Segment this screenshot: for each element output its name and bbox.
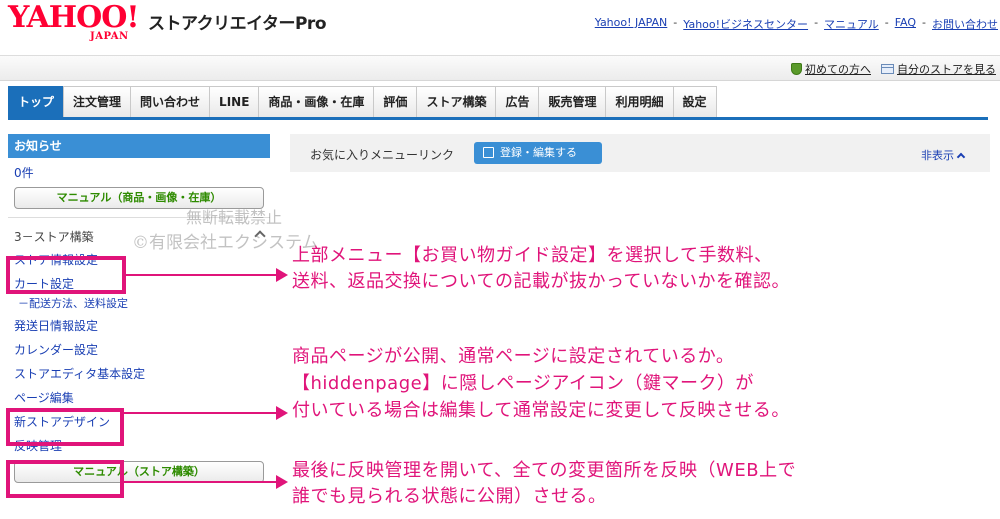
first-time-link[interactable]: 初めての方へ: [791, 61, 871, 77]
view-store-label: 自分のストアを見る: [897, 63, 996, 76]
yahoo-logo[interactable]: YAHOO! JAPAN: [8, 2, 148, 44]
hide-toggle-label: 非表示: [921, 149, 954, 162]
link-business-center[interactable]: Yahoo!ビジネスセンター: [683, 16, 808, 32]
note-2-line-2: 【hiddenpage】に隠しページアイコン（鍵マーク）が: [292, 373, 754, 394]
link-contact[interactable]: お問い合わせ: [932, 16, 998, 32]
note-2-line-3: 付いている場合は編集して通常設定に変更して反映させる。: [292, 400, 790, 421]
shield-icon: [791, 63, 802, 75]
highlight-page-edit: [6, 408, 124, 446]
note-2-line-1: 商品ページが公開、通常ページに設定されているか。: [292, 346, 735, 367]
view-store-link[interactable]: 自分のストアを見る: [881, 61, 996, 77]
edit-icon: [483, 147, 494, 158]
header: YAHOO! JAPAN ストアクリエイターPro Yahoo! JAPAN -…: [0, 0, 1000, 46]
favorites-edit-label: 登録・編集する: [500, 146, 577, 159]
separator: -: [673, 16, 678, 29]
separator: -: [922, 16, 926, 29]
link-yahoo-japan[interactable]: Yahoo! JAPAN: [595, 16, 668, 32]
note-1-line-2: 送料、返品交換についての記載が抜かっていないかを確認。: [292, 271, 791, 292]
highlight-store-info: [6, 256, 126, 294]
highlight-publish: [6, 460, 124, 498]
sidebar-item-editor-basic[interactable]: ストアエディタ基本設定: [8, 362, 270, 386]
first-time-label: 初めての方へ: [805, 63, 871, 76]
sidebar-item-shipping[interactable]: －配送方法、送料設定: [8, 296, 270, 314]
main-nav: トップ 注文管理 問い合わせ LINE 商品・画像・在庫 評価 ストア構築 広告…: [8, 86, 988, 120]
hide-toggle[interactable]: 非表示: [921, 147, 966, 163]
logo-yahoo-text: YAHOO!: [8, 0, 140, 35]
note-1-line-1: 上部メニュー【お買い物ガイド設定】を選択して手数料、: [292, 245, 773, 266]
watermark-line1: 無断転載禁止: [186, 208, 283, 227]
arrow-3: [124, 475, 288, 489]
app-name: ストアクリエイターPro: [148, 14, 327, 34]
tab-products[interactable]: 商品・画像・在庫: [258, 86, 375, 117]
notice-count[interactable]: 0件: [14, 164, 270, 181]
tab-inquiries[interactable]: 問い合わせ: [130, 86, 211, 117]
link-manual[interactable]: マニュアル: [824, 16, 879, 32]
section-title: 3－ストア構築: [14, 230, 94, 244]
sidebar-item-page-edit[interactable]: ページ編集: [8, 386, 270, 410]
utility-bar: 初めての方へ 自分のストアを見る: [0, 55, 1000, 81]
chevron-up-icon: [956, 152, 966, 161]
tab-line[interactable]: LINE: [209, 86, 260, 117]
note-3-line-1: 最後に反映管理を開いて、全ての変更箇所を反映（WEB上で: [292, 460, 797, 481]
favorites-bar: お気に入りメニューリンク 登録・編集する 非表示: [290, 134, 990, 172]
tab-reviews[interactable]: 評価: [373, 86, 418, 117]
separator: -: [814, 16, 819, 29]
tab-ads[interactable]: 広告: [495, 86, 540, 117]
sidebar-item-calendar[interactable]: カレンダー設定: [8, 338, 270, 362]
logo-japan-text: JAPAN: [90, 31, 129, 42]
separator: -: [884, 16, 889, 29]
tab-sales[interactable]: 販売管理: [538, 86, 607, 117]
header-links: Yahoo! JAPAN - Yahoo!ビジネスセンター - マニュアル - …: [595, 16, 998, 32]
watermark-line2: ©有限会社エクシステム: [132, 233, 319, 253]
note-3-line-2: 誰でも見られる状態に公開）させる。: [292, 486, 607, 507]
arrow-1: [126, 268, 288, 282]
sidebar-item-ship-date[interactable]: 発送日情報設定: [8, 314, 270, 338]
tab-settings[interactable]: 設定: [672, 86, 717, 117]
window-icon: [881, 64, 894, 74]
favorites-edit-button[interactable]: 登録・編集する: [474, 142, 602, 164]
tab-orders[interactable]: 注文管理: [63, 86, 132, 117]
notice-heading: お知らせ: [8, 134, 270, 158]
link-faq[interactable]: FAQ: [895, 16, 916, 32]
tab-statements[interactable]: 利用明細: [605, 86, 674, 117]
tab-top[interactable]: トップ: [8, 86, 65, 117]
arrow-2: [124, 406, 288, 420]
favorites-label: お気に入りメニューリンク: [310, 148, 455, 162]
tab-store-build[interactable]: ストア構築: [416, 86, 497, 117]
